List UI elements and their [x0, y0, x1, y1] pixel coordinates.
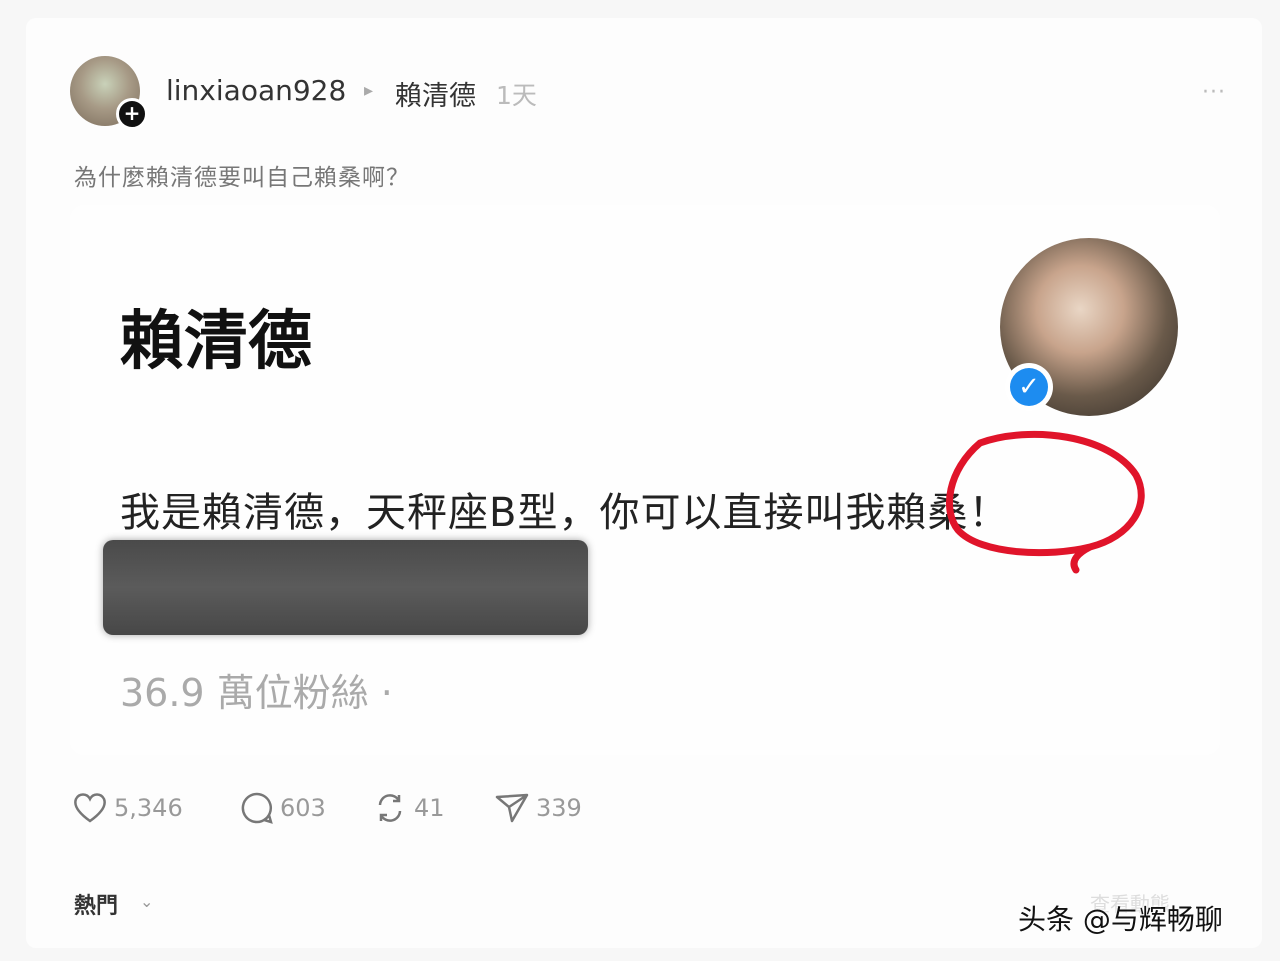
like-button[interactable]: 5,346 [72, 790, 183, 826]
follower-count: 36.9 萬位粉絲 · [120, 671, 393, 715]
author-username[interactable]: linxiaoan928 [166, 74, 346, 107]
comment-icon [241, 792, 273, 824]
share-button[interactable]: 339 [494, 790, 582, 826]
repost-icon [378, 794, 402, 822]
repost-button[interactable]: 41 [372, 790, 445, 826]
plus-icon[interactable]: + [116, 98, 148, 130]
chevron-down-icon[interactable]: ⌄ [140, 892, 153, 911]
red-circle-annotation [945, 430, 1145, 574]
post-caption: 為什麼賴清德要叫自己賴桑啊？ [74, 165, 410, 191]
share-icon [495, 793, 529, 823]
watermark: 头条 @与辉畅聊 [1018, 903, 1223, 936]
verified-icon: ✓ [1005, 363, 1053, 411]
more-icon[interactable]: ··· [1202, 80, 1226, 105]
profile-photo: ✓ [1000, 238, 1190, 418]
redacted-bar [103, 540, 588, 635]
reply-to-name[interactable]: 賴清德 [395, 74, 476, 113]
profile-name: 賴清德 [120, 305, 312, 379]
profile-bio: 我是賴清德，天秤座B型，你可以直接叫我賴桑！ [120, 490, 1010, 536]
share-count: 339 [536, 794, 582, 822]
comment-count: 603 [280, 794, 326, 822]
heart-icon [74, 793, 106, 823]
author-avatar[interactable]: + [70, 56, 148, 130]
sort-dropdown[interactable]: 熱門 [74, 888, 118, 920]
comment-button[interactable]: 603 [240, 790, 326, 826]
like-count: 5,346 [114, 794, 183, 822]
repost-count: 41 [414, 794, 445, 822]
breadcrumb-arrow-icon: ▸ [364, 80, 374, 101]
post-time: 1天 [496, 81, 537, 110]
